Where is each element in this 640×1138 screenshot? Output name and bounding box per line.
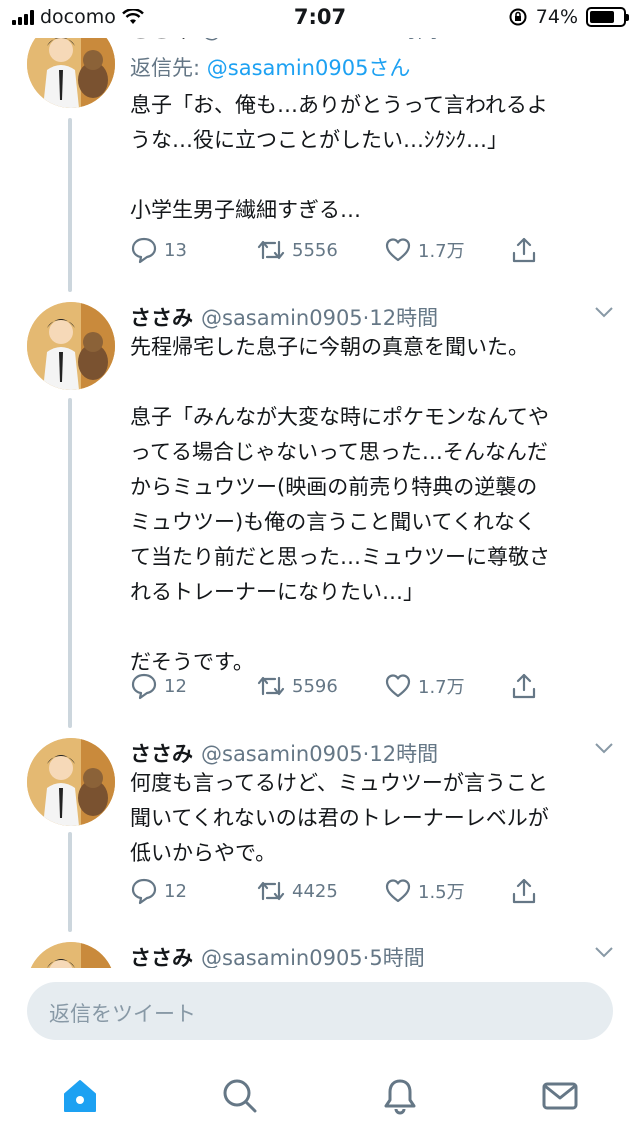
reply-count: 12 <box>164 880 187 902</box>
chevron-down-icon <box>595 743 613 754</box>
retweet-button[interactable]: 5596 <box>256 672 338 700</box>
reply-icon <box>131 878 157 905</box>
retweet-icon <box>257 240 285 260</box>
reply-to-line: 返信先: @sasamin0905さん <box>130 52 410 82</box>
tweet-text: 先程帰宅した息子に今朝の真意を聞いた。 息子「みんなが大変な時にポケモンなんてや… <box>130 335 550 674</box>
share-button[interactable] <box>510 236 538 264</box>
display-name[interactable]: ささみ <box>130 742 193 766</box>
avatar[interactable] <box>27 302 115 390</box>
like-count: 1.7万 <box>418 241 465 262</box>
tweet-body: 先程帰宅した息子に今朝の真意を聞いた。 息子「みんなが大変な時にポケモンなんてや… <box>130 330 620 680</box>
tweet-header: ささみ @sasamin0905·5時間 <box>130 942 425 968</box>
tweet-text: 息子「お、俺も…ありがとうって言われるよ うな…役に立つことがしたい…ｼｸｼｸ…… <box>130 93 548 222</box>
user-handle[interactable]: @sasamin0905 <box>201 946 363 968</box>
tab-search[interactable] <box>220 1076 260 1116</box>
user-handle[interactable]: @sasamin0905 <box>201 306 363 330</box>
reply-button[interactable]: 13 <box>130 236 187 264</box>
tab-messages[interactable] <box>540 1076 580 1116</box>
tweet-menu-chevron[interactable] <box>594 738 614 759</box>
share-icon <box>512 878 536 904</box>
compose-placeholder: 返信をツイート <box>49 1002 196 1026</box>
avatar-image <box>27 942 115 968</box>
avatar[interactable] <box>27 942 115 968</box>
retweet-count: 5596 <box>292 675 338 697</box>
retweet-icon <box>257 676 285 696</box>
orientation-lock-icon <box>509 8 527 26</box>
chevron-down-icon <box>595 947 613 958</box>
retweet-icon <box>257 881 285 901</box>
tweet-thread[interactable]: ささみ@sasamin0905·20時間 返信先: @sasamin0905さん… <box>0 0 640 968</box>
tweet-body: 何度も言ってるけど、ミュウツーが言うこと 聞いてくれないのは君のトレーナーレベル… <box>130 766 620 871</box>
reply-count: 12 <box>164 675 187 697</box>
bottom-tab-bar <box>0 1070 640 1138</box>
display-name[interactable]: ささみ <box>130 306 193 330</box>
heart-icon <box>385 879 411 903</box>
status-right: 74% <box>508 6 629 28</box>
user-handle[interactable]: @sasamin0905 <box>201 742 363 766</box>
like-button[interactable]: 1.5万 <box>384 877 465 905</box>
notifications-icon <box>384 1079 416 1115</box>
reply-button[interactable]: 12 <box>130 672 187 700</box>
status-bar: docomo 7:07 74% <box>0 0 640 38</box>
reply-compose-input[interactable]: 返信をツイート <box>27 982 613 1040</box>
tab-home[interactable] <box>60 1076 100 1116</box>
tweet-time[interactable]: 12時間 <box>369 742 438 766</box>
tweet-body: 息子「お、俺も…ありがとうって言われるよ うな…役に立つことがしたい…ｼｸｼｸ…… <box>130 88 620 228</box>
share-icon <box>512 237 536 263</box>
tweet-text: 何度も言ってるけど、ミュウツーが言うこと 聞いてくれないのは君のトレーナーレベル… <box>130 771 549 865</box>
search-icon <box>223 1079 257 1113</box>
avatar-image <box>27 738 115 826</box>
battery-fill <box>590 11 614 23</box>
like-button[interactable]: 1.7万 <box>384 672 465 700</box>
retweet-button[interactable]: 5556 <box>256 236 338 264</box>
avatar-image <box>27 302 115 390</box>
battery-percent: 74% <box>535 6 578 28</box>
tweet-time[interactable]: 12時間 <box>369 306 438 330</box>
battery-icon <box>586 7 629 27</box>
tweet-header: ささみ @sasamin0905·12時間 <box>130 302 438 332</box>
tab-notifications[interactable] <box>380 1076 420 1116</box>
messages-icon <box>542 1082 578 1110</box>
avatar[interactable] <box>27 738 115 826</box>
thread-connector <box>68 118 72 292</box>
thread-connector <box>68 832 72 932</box>
reply-button[interactable]: 12 <box>130 877 187 905</box>
thread-connector <box>68 398 72 728</box>
share-button[interactable] <box>510 877 538 905</box>
reply-icon <box>131 237 157 264</box>
tweet-header: ささみ @sasamin0905·12時間 <box>130 738 438 768</box>
reply-icon <box>131 673 157 700</box>
reply-count: 13 <box>164 239 187 261</box>
like-button[interactable]: 1.7万 <box>384 236 465 264</box>
tweet-menu-chevron[interactable] <box>594 302 614 323</box>
retweet-count: 4425 <box>292 880 338 902</box>
tweet-actions: 13 5556 1.7万 <box>130 236 550 266</box>
reply-to-prefix: 返信先: <box>130 56 207 80</box>
display-name[interactable]: ささみ <box>130 946 193 968</box>
like-count: 1.7万 <box>418 677 465 698</box>
heart-icon <box>385 674 411 698</box>
retweet-count: 5556 <box>292 239 338 261</box>
tweet-actions: 12 5596 1.7万 <box>130 672 550 702</box>
tweet-menu-chevron[interactable] <box>594 942 614 963</box>
chevron-down-icon <box>595 307 613 318</box>
tweet-actions: 12 4425 1.5万 <box>130 877 550 907</box>
share-icon <box>512 673 536 699</box>
share-button[interactable] <box>510 672 538 700</box>
like-count: 1.5万 <box>418 882 465 903</box>
home-icon <box>64 1080 96 1112</box>
reply-mention-link[interactable]: @sasamin0905さん <box>207 56 411 80</box>
retweet-button[interactable]: 4425 <box>256 877 338 905</box>
heart-icon <box>385 238 411 262</box>
tweet-time[interactable]: 5時間 <box>369 946 424 968</box>
